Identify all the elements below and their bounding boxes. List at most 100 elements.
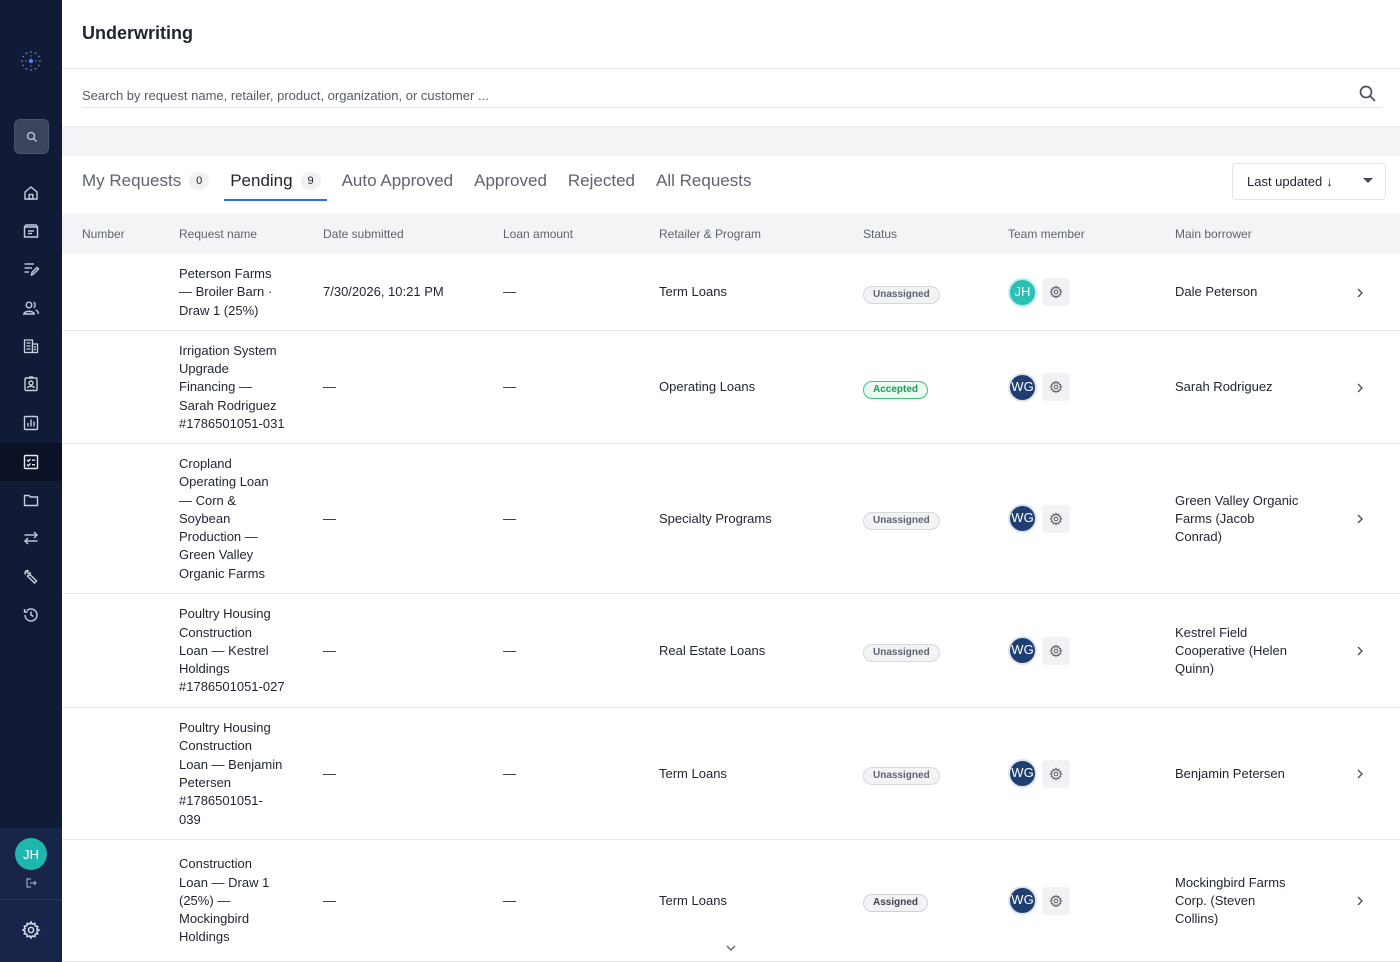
tab-all-requests[interactable]: All Requests: [656, 160, 751, 201]
chevron-down-icon[interactable]: [724, 942, 738, 954]
gear-icon: [1049, 643, 1063, 658]
user-avatar[interactable]: JH: [15, 838, 47, 870]
home-icon: [24, 186, 38, 200]
assign-settings-button[interactable]: [1042, 886, 1070, 915]
column-header-main-borrower[interactable]: Main borrower: [1175, 227, 1252, 241]
request-name-line: Loan — Kestrel: [179, 642, 269, 658]
status-badge: Unassigned: [863, 512, 940, 530]
main-borrower: Green Valley Organic Farms (Jacob Conrad): [1175, 492, 1315, 547]
table-row[interactable]: Poultry Housing Construction Loan — Benjam…: [62, 708, 1400, 840]
main-borrower-line: Green Valley Organic: [1175, 492, 1299, 508]
main-content: Underwriting My Requests 0 Pending 9 Aut…: [62, 0, 1400, 962]
chevron-right-icon[interactable]: [1354, 382, 1366, 394]
request-name-line: Loan — Draw 1: [179, 874, 270, 890]
avatar[interactable]: WG: [1008, 886, 1037, 915]
sidebar-item-reports[interactable]: [0, 404, 62, 442]
column-header-retailer-program[interactable]: Retailer & Program: [659, 227, 761, 241]
main-borrower-line: Kestrel Field: [1175, 624, 1248, 640]
status-badge: Unassigned: [863, 644, 940, 662]
status-cell: Unassigned: [863, 510, 940, 530]
logout-icon[interactable]: [24, 876, 38, 890]
sidebar-item-tools[interactable]: [0, 558, 62, 596]
table-row[interactable]: Irrigation System Upgrade Financing — Sarah…: [62, 331, 1400, 444]
sidebar-item-inbox[interactable]: [0, 212, 62, 250]
sidebar-item-transfers[interactable]: [0, 519, 62, 557]
avatar[interactable]: WG: [1008, 504, 1037, 533]
column-header-loan-amount[interactable]: Loan amount: [503, 227, 573, 241]
id-badge-icon: [24, 376, 38, 392]
sidebar-item-requests[interactable]: [0, 250, 62, 288]
sidebar-item-history[interactable]: [0, 596, 62, 634]
avatar[interactable]: WG: [1008, 759, 1037, 788]
assign-settings-button[interactable]: [1042, 636, 1070, 665]
avatar[interactable]: WG: [1008, 636, 1037, 665]
table-row[interactable]: Peterson Farms — Broiler Barn · Draw 1 (25…: [62, 254, 1400, 331]
column-header-number[interactable]: Number: [82, 227, 125, 241]
tab-label: Pending: [230, 170, 293, 190]
sidebar-item-home[interactable]: [0, 174, 62, 212]
date-submitted: —: [323, 765, 336, 781]
column-header-status[interactable]: Status: [863, 227, 897, 241]
team-member-cell: WG: [1008, 504, 1070, 533]
table-header: Number Request name Date submitted Loan …: [62, 214, 1400, 254]
request-name-line: Irrigation System: [179, 342, 277, 358]
edit-list-icon: [24, 263, 40, 277]
chevron-right-icon[interactable]: [1354, 895, 1366, 907]
column-header-request-name[interactable]: Request name: [179, 227, 257, 241]
loan-amount: —: [503, 642, 516, 658]
request-name-line: Poultry Housing: [179, 606, 271, 622]
gear-icon: [1049, 380, 1063, 394]
assign-settings-button[interactable]: [1042, 278, 1070, 306]
loan-amount: —: [503, 510, 516, 526]
chevron-right-icon[interactable]: [1354, 768, 1366, 780]
tab-auto-approved[interactable]: Auto Approved: [342, 160, 454, 201]
tab-rejected[interactable]: Rejected: [568, 160, 635, 201]
avatar[interactable]: JH: [1008, 277, 1037, 307]
sort-dropdown[interactable]: Last updated ↓: [1232, 163, 1386, 200]
sidebar-item-organizations[interactable]: [0, 327, 62, 365]
status-cell: Accepted: [863, 379, 929, 399]
request-name: Cropland Operating Loan — Corn & Soybean Pro…: [179, 455, 299, 583]
request-name-line: — Broiler Barn ·: [179, 284, 273, 300]
column-header-date-submitted[interactable]: Date submitted: [323, 227, 404, 241]
column-header-team-member[interactable]: Team member: [1008, 227, 1085, 241]
transfer-icon: [24, 531, 38, 545]
sidebar-item-identity[interactable]: [0, 365, 62, 403]
tab-label: My Requests: [82, 170, 182, 190]
avatar[interactable]: WG: [1008, 372, 1037, 402]
team-member-cell: WG: [1008, 636, 1070, 665]
search-icon[interactable]: [1358, 84, 1378, 104]
table-row[interactable]: Cropland Operating Loan — Corn & Soybean Pro…: [62, 444, 1400, 594]
tab-label: Rejected: [567, 170, 636, 190]
main-borrower-line: Benjamin Petersen: [1175, 765, 1285, 781]
assign-settings-button[interactable]: [1042, 373, 1070, 401]
settings-gear-icon[interactable]: [21, 920, 41, 940]
retailer-program: Term Loans: [659, 284, 727, 300]
team-member-cell: WG: [1008, 372, 1070, 402]
retailer-program: Term Loans: [659, 765, 727, 781]
search-input[interactable]: [82, 84, 1382, 108]
tab-pending[interactable]: Pending 9: [224, 160, 328, 201]
sort-direction-arrow: ↓: [1326, 174, 1333, 189]
request-name-line: Mockingbird: [179, 911, 250, 927]
assign-settings-button[interactable]: [1042, 504, 1070, 533]
app-logo-icon[interactable]: [18, 48, 44, 74]
status-badge: Unassigned: [863, 285, 940, 304]
sidebar-item-files[interactable]: [0, 481, 62, 519]
request-name-line: Construction: [179, 738, 252, 754]
retailer-program: Real Estate Loans: [659, 642, 766, 658]
section-separator: [62, 126, 1400, 156]
table-row[interactable]: Poultry Housing Construction Loan — Kestre…: [62, 594, 1400, 708]
sidebar-item-users[interactable]: [0, 289, 62, 327]
chevron-right-icon[interactable]: [1354, 513, 1366, 525]
tab-approved[interactable]: Approved: [474, 160, 547, 201]
chevron-right-icon[interactable]: [1354, 645, 1366, 657]
sidebar-item-underwriting[interactable]: [0, 443, 62, 481]
request-name: Irrigation System Upgrade Financing — Sarah…: [179, 342, 299, 433]
status-cell: Unassigned: [863, 642, 940, 662]
assign-settings-button[interactable]: [1042, 759, 1070, 788]
chevron-right-icon[interactable]: [1354, 287, 1366, 299]
main-borrower-line: Dale Peterson: [1175, 284, 1258, 300]
sidebar-search-button[interactable]: [14, 119, 49, 154]
tab-my-requests[interactable]: My Requests 0: [82, 160, 210, 201]
